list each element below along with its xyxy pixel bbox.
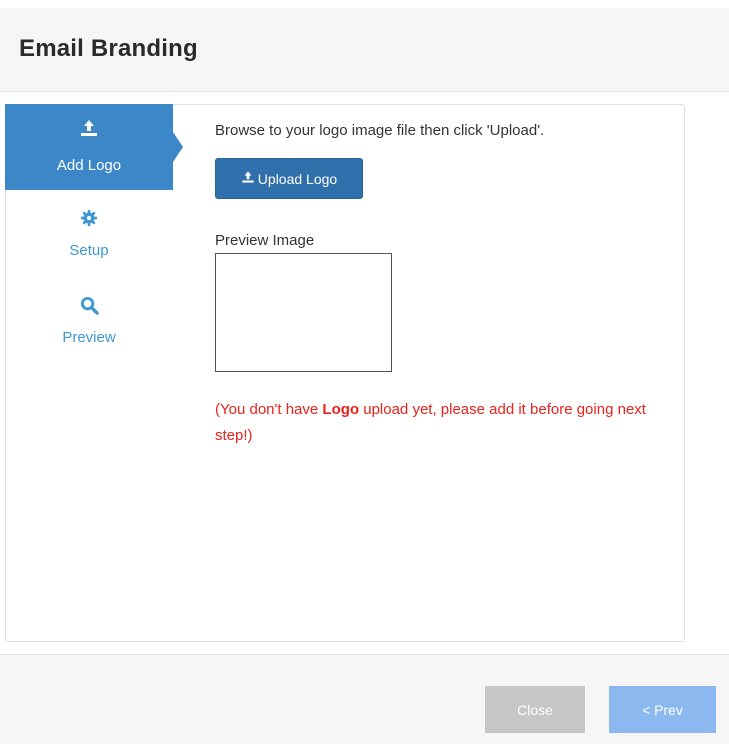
search-icon: [5, 296, 173, 316]
modal-footer: Close < Prev: [0, 654, 729, 744]
preview-image-label: Preview Image: [215, 232, 315, 249]
close-button[interactable]: Close: [485, 686, 585, 733]
step-label: Preview: [62, 329, 116, 346]
upload-logo-button[interactable]: Upload Logo: [215, 158, 363, 199]
step-label: Add Logo: [56, 157, 122, 174]
warning-message: (You don't have Logo upload yet, please …: [215, 397, 655, 449]
upload-logo-label: Upload Logo: [257, 170, 338, 187]
upload-icon: [5, 118, 173, 138]
instruction-text: Browse to your logo image file then clic…: [215, 122, 545, 139]
step-setup[interactable]: Setup: [5, 204, 173, 290]
step-preview[interactable]: Preview: [5, 291, 173, 377]
upload-icon: [241, 170, 258, 187]
warning-prefix: (You don't have: [215, 401, 323, 418]
preview-image-box: [215, 253, 392, 372]
page-title: Email Branding: [19, 35, 198, 62]
step-label: Setup: [69, 242, 109, 259]
gear-icon: [5, 209, 173, 229]
step-add-logo[interactable]: Add Logo: [5, 104, 183, 190]
modal-header: Email Branding: [0, 8, 729, 92]
prev-button[interactable]: < Prev: [609, 686, 716, 733]
warning-bold: Logo: [322, 401, 360, 418]
